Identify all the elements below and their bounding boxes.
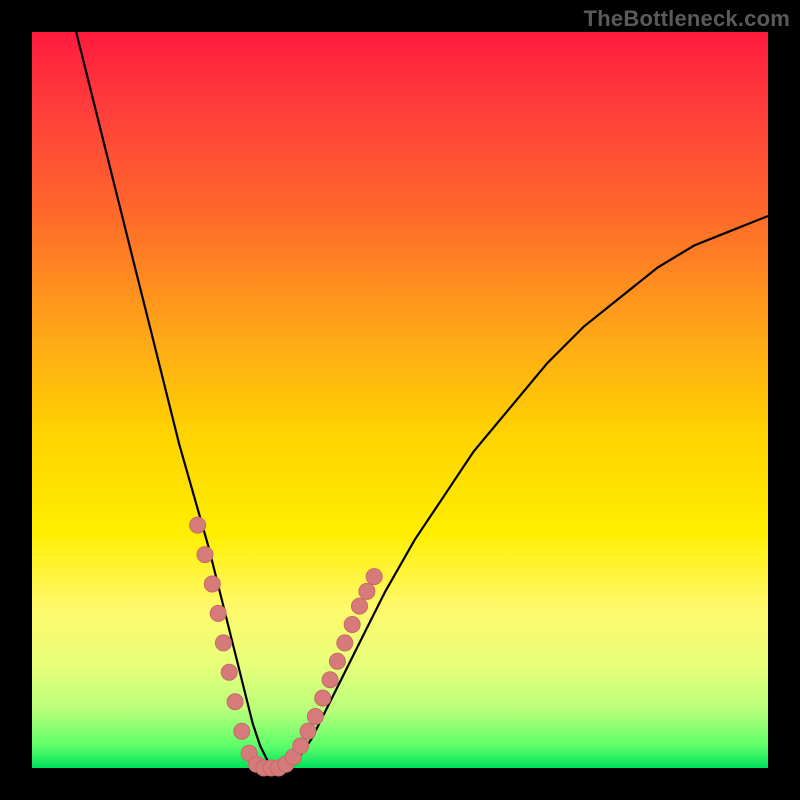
highlight-dot (300, 723, 316, 739)
bottleneck-curve (76, 32, 768, 768)
highlight-dot (359, 583, 375, 599)
highlight-dot (293, 738, 309, 754)
highlight-dot (190, 517, 206, 533)
highlight-dot (322, 672, 338, 688)
highlight-dot (344, 617, 360, 633)
highlight-dot (352, 598, 368, 614)
highlight-dots (190, 517, 383, 776)
highlight-dot (315, 690, 331, 706)
chart-svg (32, 32, 768, 768)
highlight-dot (210, 605, 226, 621)
chart-frame: TheBottleneck.com (0, 0, 800, 800)
highlight-dot (337, 635, 353, 651)
highlight-dot (307, 709, 323, 725)
highlight-dot (204, 576, 220, 592)
highlight-dot (234, 723, 250, 739)
highlight-dot (366, 569, 382, 585)
highlight-dot (215, 635, 231, 651)
highlight-dot (221, 664, 237, 680)
highlight-dot (197, 547, 213, 563)
watermark-text: TheBottleneck.com (584, 6, 790, 32)
highlight-dot (227, 694, 243, 710)
highlight-dot (329, 653, 345, 669)
